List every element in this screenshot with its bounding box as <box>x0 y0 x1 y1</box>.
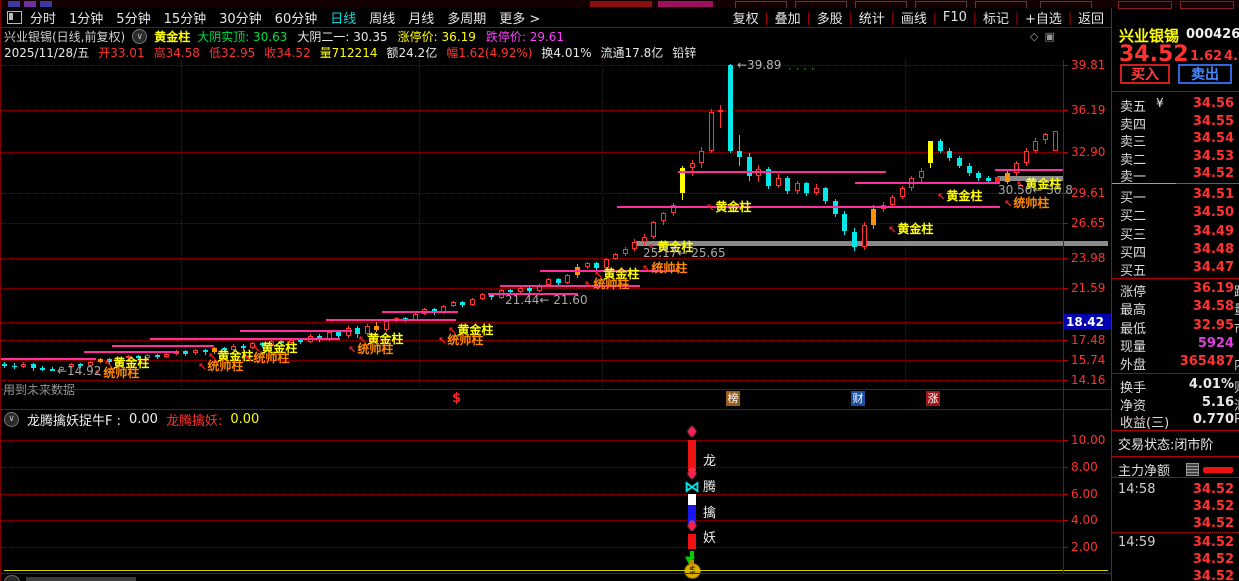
stat-收益(三)-value: 0.770 <box>1192 412 1234 427</box>
ask-1-value: 34.52 <box>1192 166 1234 181</box>
book-divider-left <box>1112 183 1176 184</box>
ask-2-value: 34.53 <box>1192 149 1234 164</box>
divider <box>0 389 1112 390</box>
divider <box>1112 373 1239 374</box>
tick-price: 34.52 <box>1192 552 1234 567</box>
divider <box>1112 430 1239 431</box>
stat-外盘-cut: 内 <box>1234 354 1239 373</box>
bid-1-value: 34.51 <box>1192 187 1234 202</box>
stat-换手-value: 4.01% <box>1188 377 1234 392</box>
stat-最低-cut: 市 <box>1234 318 1239 337</box>
axis-label: 14.16 <box>1071 373 1106 387</box>
tick-price: 34.52 <box>1192 535 1234 550</box>
sub-value-1: 0.00 <box>129 411 158 427</box>
sub-axis-label: 4.00 <box>1071 513 1098 527</box>
bid-2-value: 34.50 <box>1192 205 1234 220</box>
divider <box>1112 477 1239 478</box>
tick-price: 34.52 <box>1192 569 1234 581</box>
tick-price: 34.52 <box>1192 499 1234 514</box>
stat-最低-value: 32.95 <box>1192 318 1234 333</box>
tick-divider <box>1112 532 1239 533</box>
stat-最高-cut: 量 <box>1234 299 1239 318</box>
divider <box>1112 278 1239 279</box>
divider <box>1112 91 1239 92</box>
sub-value-2: 0.00 <box>230 411 260 427</box>
axis-label: 15.74 <box>1071 353 1106 367</box>
date-badge-涨[interactable]: 涨 <box>926 391 940 406</box>
sell-button[interactable]: 卖出 <box>1178 64 1232 84</box>
stat-涨停-cut: 跌 <box>1234 281 1239 300</box>
window-border <box>0 0 1 581</box>
stat-最高-value: 34.58 <box>1192 299 1234 314</box>
sub-indicator-header: ∨ 龙腾擒妖捉牛F : 0.00 龙腾擒妖: 0.00 <box>4 411 260 429</box>
stat-收益(三)-cut: P <box>1234 412 1239 427</box>
axis-border <box>1063 60 1064 573</box>
axis-label: 17.48 <box>1071 333 1106 347</box>
sub-axis-label: 10.00 <box>1071 433 1106 447</box>
trade-status: 交易状态:闭市阶 <box>1118 438 1214 453</box>
sub-axis-label: 6.00 <box>1071 487 1098 501</box>
stat-现量-value: 5924 <box>1197 336 1234 351</box>
stat-换手-cut: 则 <box>1234 377 1239 396</box>
bid-5-value: 34.47 <box>1192 260 1234 275</box>
panel-change: 1.62 <box>1190 49 1223 64</box>
stat-涨停-value: 36.19 <box>1192 281 1234 296</box>
sub-label-1: 龙腾擒妖捉牛F : <box>27 413 121 429</box>
date-badge-财[interactable]: 财 <box>851 391 865 406</box>
date-badge-榜[interactable]: 榜 <box>726 391 740 406</box>
bid-3-value: 34.49 <box>1192 224 1234 239</box>
divider <box>1112 456 1239 457</box>
date-badge-dollar[interactable]: $ <box>452 391 461 406</box>
tick-price: 34.52 <box>1192 482 1234 497</box>
axis-label: 23.98 <box>1071 251 1106 265</box>
ask-4-value: 34.55 <box>1192 114 1234 129</box>
divider <box>0 573 1112 574</box>
stat-外盘-value: 365487 <box>1179 354 1234 369</box>
axis-label: 26.65 <box>1071 216 1106 230</box>
panel-border <box>1111 8 1112 581</box>
clipped-pane-text <box>26 577 136 581</box>
divider <box>0 409 1112 410</box>
axis-label: 29.61 <box>1071 186 1106 200</box>
axis-label-highlight: 18.42 <box>1064 314 1112 330</box>
panel-change-pct: 4.92 <box>1224 49 1239 64</box>
zero-baseline <box>4 570 1108 571</box>
tick-price: 34.52 <box>1192 516 1234 531</box>
price-axis: 39.81 36.19 32.90 29.61 26.65 23.98 21.59 18.42… <box>0 0 1239 581</box>
app-window: 分时 1分钟 5分钟 15分钟 30分钟 60分钟 日线 周线 月线 多周期 更多 > 复权 | 叠加 |… <box>0 0 1239 581</box>
axis-label: 39.81 <box>1071 58 1106 72</box>
list-icon[interactable] <box>1186 463 1199 476</box>
ask-5-value: 34.56 <box>1192 96 1234 111</box>
buy-button[interactable]: 买入 <box>1120 64 1170 84</box>
bid-4-value: 34.48 <box>1192 242 1234 257</box>
sub-axis-label: 2.00 <box>1071 540 1098 554</box>
sub-label-2: 龙腾擒妖: <box>165 413 223 429</box>
flow-bar <box>1203 467 1233 473</box>
axis-label: 36.19 <box>1071 103 1106 117</box>
panel-stock-code: 000426 <box>1186 27 1239 42</box>
ask-3-value: 34.54 <box>1192 131 1234 146</box>
ask5-flag: ¥ <box>1156 96 1164 110</box>
quote-panel: 兴业银锡00042634.521.624.92买入卖出卖五34.56¥卖四34.… <box>1112 8 1239 581</box>
chevron-down-icon[interactable]: ∨ <box>4 411 19 427</box>
book-divider-right <box>1176 183 1239 184</box>
stat-净资-value: 5.16 <box>1201 395 1234 410</box>
axis-label: 21.59 <box>1071 281 1106 295</box>
sub-axis-label: 8.00 <box>1071 460 1098 474</box>
axis-label: 32.90 <box>1071 145 1106 159</box>
